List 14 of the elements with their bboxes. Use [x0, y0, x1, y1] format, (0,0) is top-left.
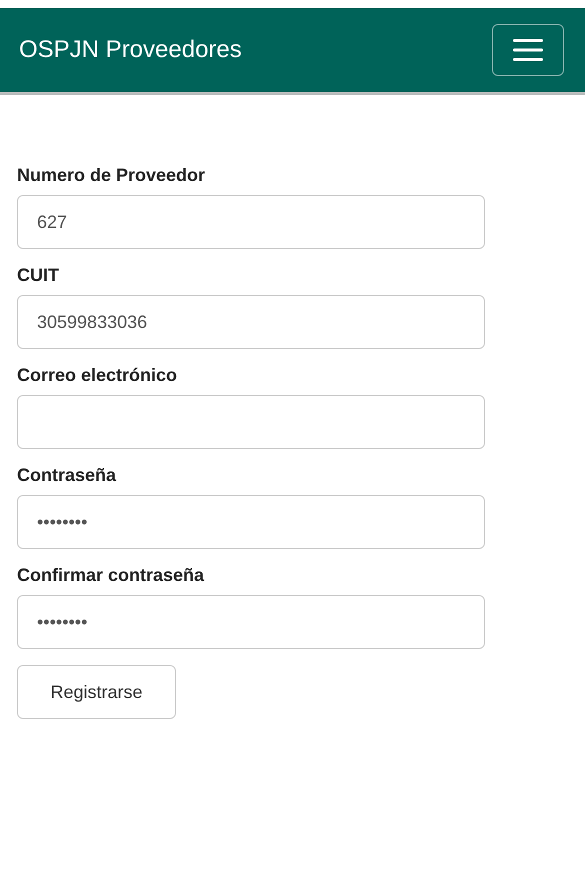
- input-field[interactable]: ••••••••: [17, 595, 485, 649]
- field-label: CUIT: [17, 265, 60, 286]
- field-label: Numero de Proveedor: [17, 165, 206, 186]
- input-field[interactable]: 30599833036: [17, 295, 485, 349]
- field-label: Confirmar contraseña: [17, 565, 206, 586]
- field-label: Contraseña: [17, 465, 118, 486]
- input-field[interactable]: 627: [17, 195, 485, 249]
- field-label: Correo electrónico: [17, 365, 178, 386]
- menu-button[interactable]: [492, 24, 564, 76]
- app-title[interactable]: OSPJN Proveedores: [19, 36, 242, 64]
- menu-icon: [513, 39, 543, 61]
- register-button[interactable]: Registrarse: [17, 665, 176, 719]
- input-field[interactable]: [17, 395, 485, 449]
- input-field[interactable]: ••••••••: [17, 495, 485, 549]
